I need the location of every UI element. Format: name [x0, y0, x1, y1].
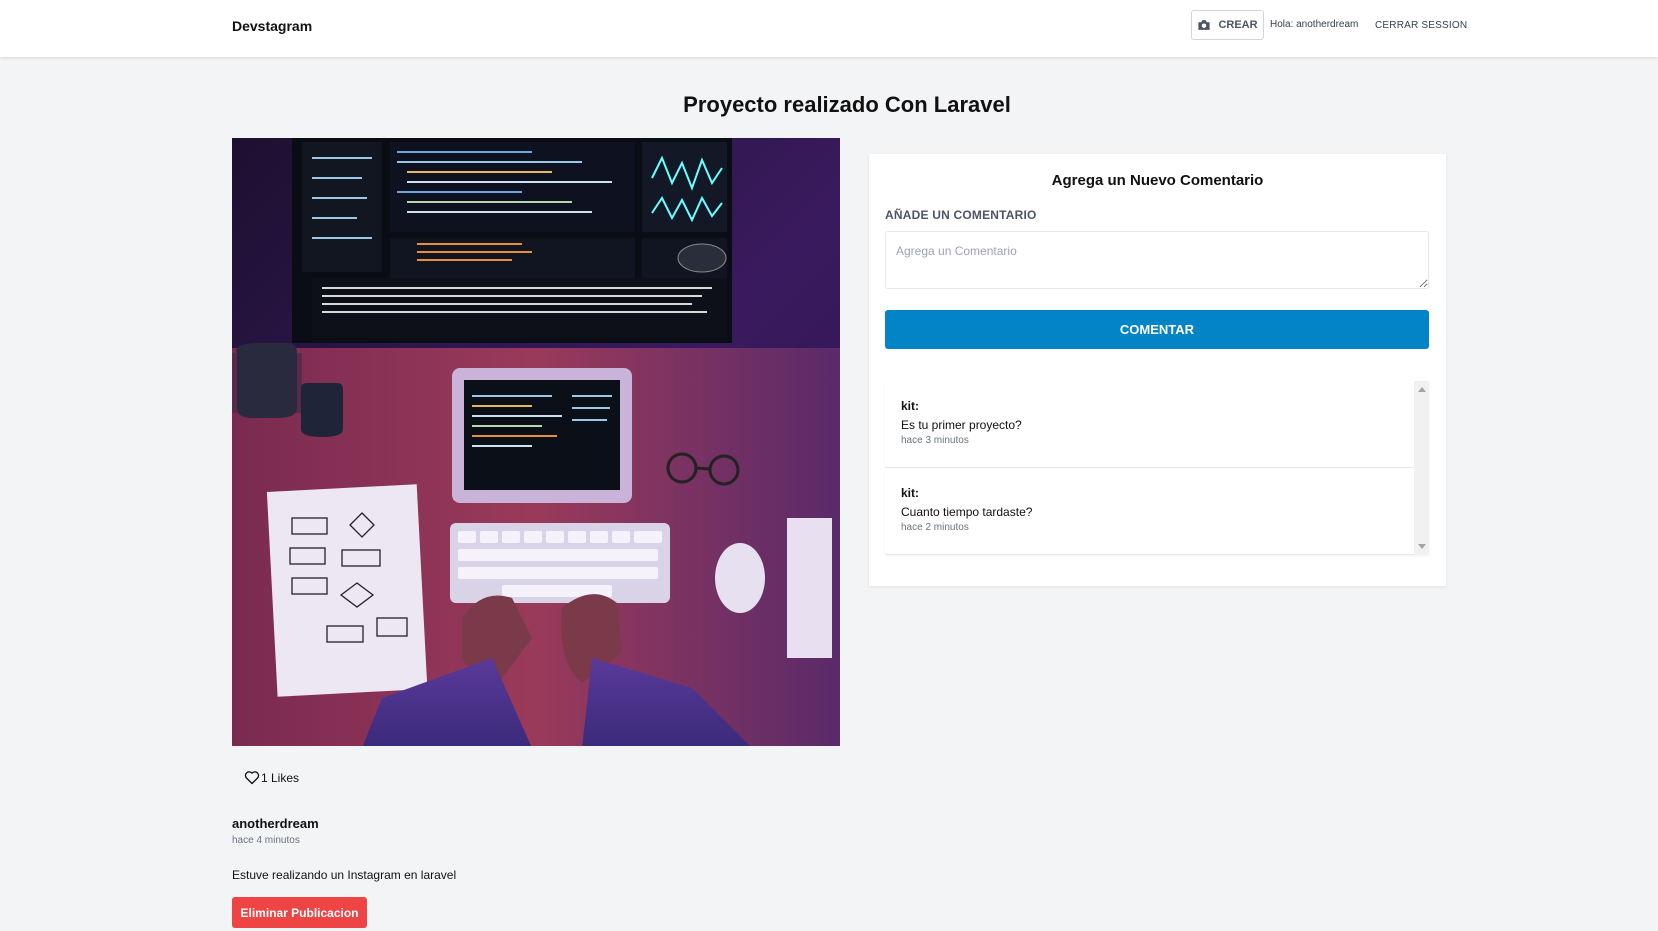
- submit-comment-button[interactable]: COMENTAR: [885, 310, 1429, 349]
- scroll-down-icon[interactable]: [1418, 544, 1426, 549]
- logo-link[interactable]: Devstagram: [232, 18, 312, 34]
- comment-author: kit:: [901, 399, 919, 413]
- post-description: Estuve realizando un Instagram en larave…: [232, 868, 457, 882]
- comment-timestamp: hace 3 minutos: [901, 435, 969, 446]
- camera-icon: [1198, 20, 1211, 30]
- user-greeting[interactable]: Hola: anotherdream: [1270, 19, 1358, 30]
- comment-text: Es tu primer proyecto?: [901, 418, 1022, 432]
- comment-form-title: Agrega un Nuevo Comentario: [1051, 172, 1264, 189]
- comments-scrollbar[interactable]: [1414, 381, 1429, 555]
- comment-item: kit: Cuanto tiempo tardaste? hace 2 minu…: [885, 468, 1414, 555]
- post-author: anotherdream: [232, 816, 319, 831]
- comment-panel: Agrega un Nuevo Comentario Añade un Come…: [869, 154, 1446, 586]
- create-post-button[interactable]: CREAR: [1191, 10, 1264, 40]
- likes-label: 1 Likes: [261, 770, 300, 785]
- heart-icon[interactable]: [244, 770, 260, 785]
- comment-timestamp: hace 2 minutos: [901, 522, 969, 533]
- top-navbar: Devstagram CREAR Hola: anotherdream CERR…: [0, 0, 1658, 57]
- comments-list[interactable]: kit: Es tu primer proyecto? hace 3 minut…: [885, 381, 1429, 555]
- comment-text: Cuanto tiempo tardaste?: [901, 505, 1033, 519]
- create-button-label: CREAR: [1218, 19, 1258, 31]
- logout-button[interactable]: CERRAR SESSION: [1375, 20, 1467, 31]
- delete-post-button[interactable]: Eliminar Publicacion: [232, 897, 367, 928]
- comment-author: kit:: [901, 486, 919, 500]
- post-title: Proyecto realizado Con Laravel: [683, 92, 1011, 117]
- like-counter[interactable]: 1 Likes: [244, 770, 299, 785]
- scroll-up-icon[interactable]: [1418, 387, 1426, 392]
- comment-field-label: Añade un Comentario: [885, 208, 1037, 222]
- post-image: [232, 138, 840, 746]
- comment-input[interactable]: [885, 231, 1429, 289]
- post-timestamp: hace 4 minutos: [232, 835, 300, 846]
- comment-item: kit: Es tu primer proyecto? hace 3 minut…: [885, 381, 1414, 468]
